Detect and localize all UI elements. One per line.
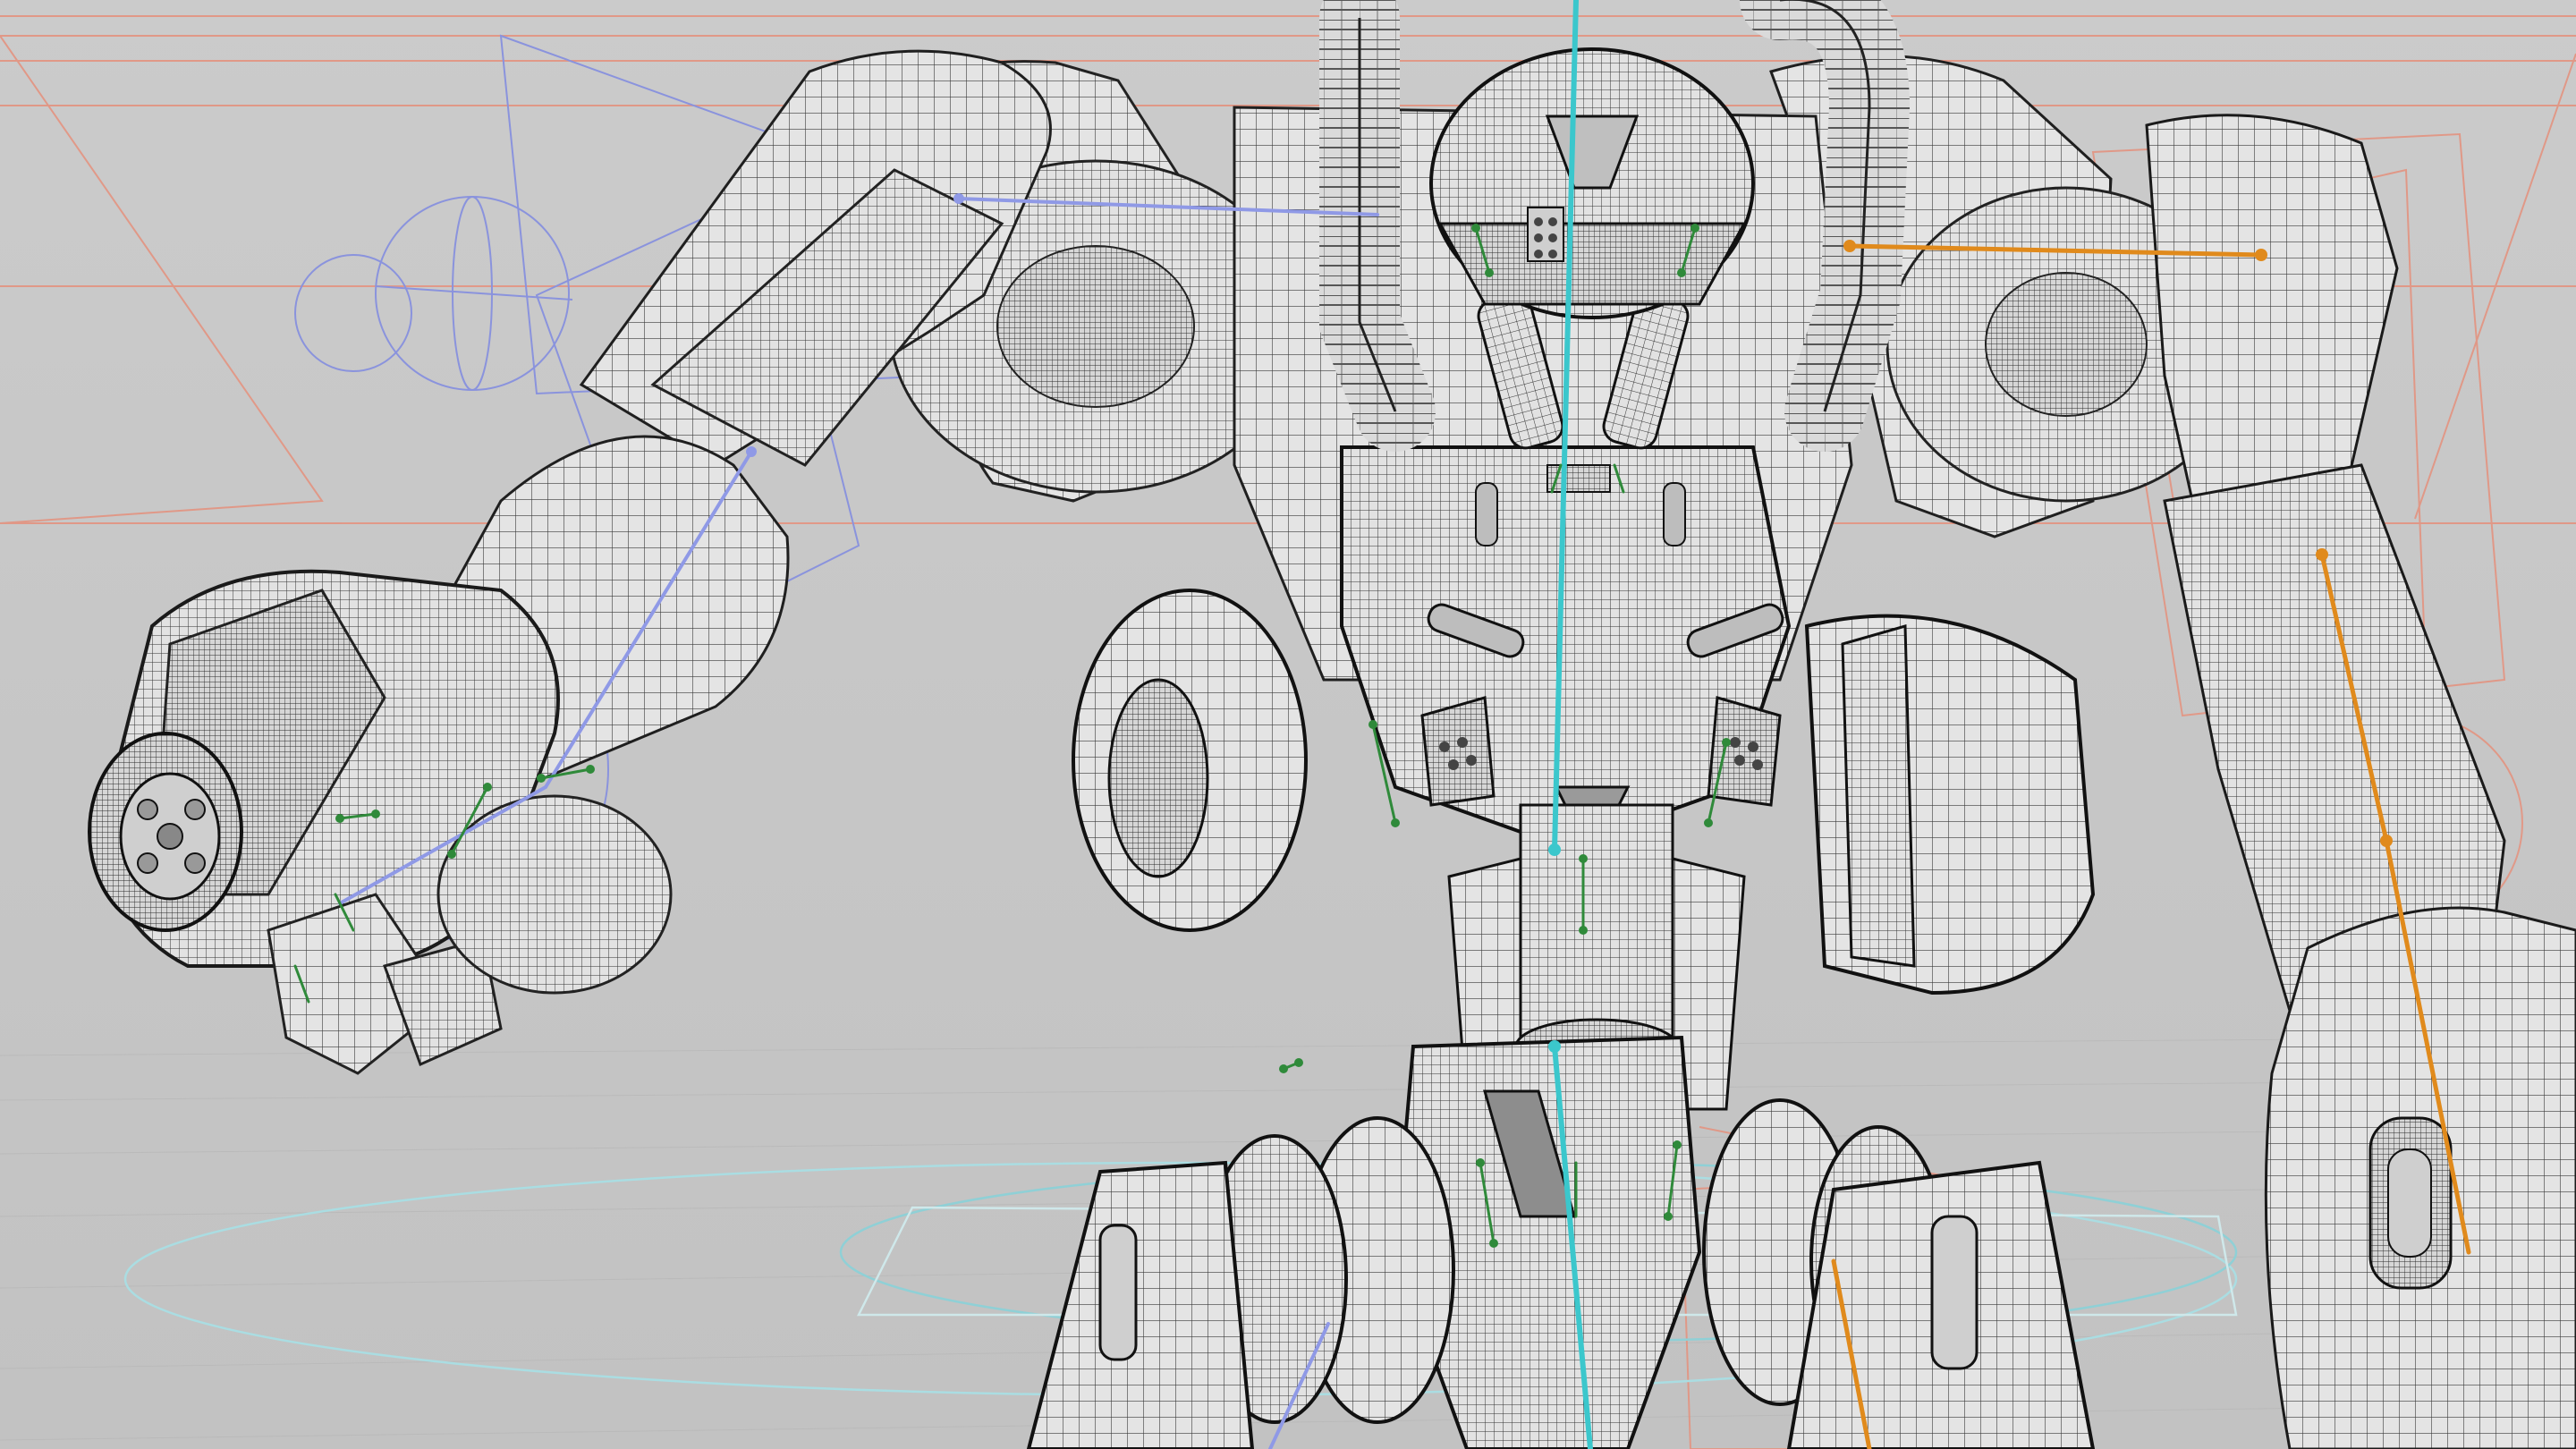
head[interactable]: [1429, 47, 1755, 319]
3d-viewport[interactable]: [0, 0, 2576, 1449]
